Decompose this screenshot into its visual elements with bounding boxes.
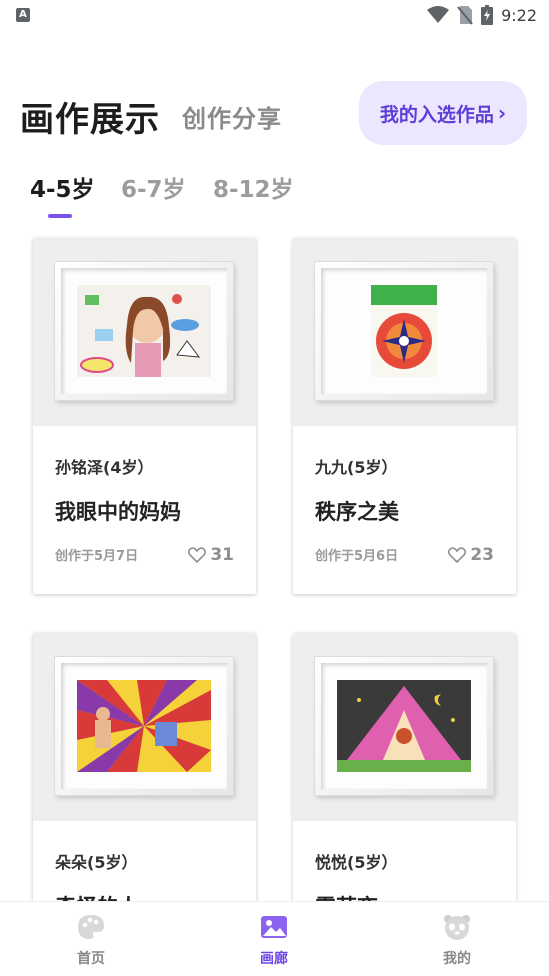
page-title: 画作展示 (20, 100, 160, 140)
heart-icon (188, 547, 207, 563)
tab-age-6-7[interactable]: 6-7岁 (121, 170, 186, 204)
picture-frame (55, 657, 233, 795)
artwork-card[interactable]: 九九(5岁） 秩序之美 创作于5月6日 23 (293, 238, 516, 594)
my-selected-works-button[interactable]: 我的入选作品 › (359, 81, 527, 145)
artwork-image-area (33, 633, 256, 821)
nav-home[interactable]: 首页 (31, 902, 151, 976)
heart-icon (448, 547, 467, 563)
artwork-author: 悦悦(5岁） (315, 853, 398, 872)
clock: 9:22 (501, 5, 537, 25)
artwork-image (371, 285, 437, 377)
like-count: 31 (210, 545, 234, 565)
wifi-icon (427, 6, 450, 23)
status-bar: A 9:22 (0, 0, 549, 32)
artwork-image (337, 680, 471, 772)
like-button[interactable]: 31 (188, 545, 234, 565)
bottom-nav: 首页 画廊 我的 (0, 901, 549, 976)
panda-icon (444, 915, 470, 940)
palette-icon (78, 915, 104, 939)
nav-gallery[interactable]: 画廊 (214, 902, 334, 976)
tab-age-4-5[interactable]: 4-5岁 (30, 170, 95, 204)
artwork-created-date: 创作于5月7日 (55, 549, 139, 564)
artwork-image-area (33, 238, 256, 426)
artwork-author: 朵朵(5岁） (55, 853, 138, 872)
chevron-right-icon: › (497, 101, 507, 125)
nav-profile-label: 我的 (443, 951, 471, 967)
artwork-author: 孙铭泽(4岁） (55, 458, 154, 477)
picture-frame (55, 262, 233, 400)
artwork-card[interactable]: 朵朵(5岁） 奇怪的人 (33, 633, 256, 933)
screen: A 9:22 画作展示 创作分享 我的入选作品 › 4-5岁 6-7岁 8-12… (0, 0, 549, 976)
nav-gallery-label: 画廊 (260, 951, 288, 967)
artwork-image-area (293, 633, 516, 821)
artwork-image (77, 285, 211, 377)
artwork-title: 秩序之美 (315, 500, 399, 524)
picture-frame (315, 262, 493, 400)
active-tab-indicator (48, 214, 72, 218)
tab-creative-share[interactable]: 创作分享 (182, 99, 282, 134)
artwork-created-date: 创作于5月6日 (315, 549, 399, 564)
artwork-card[interactable]: 孙铭泽(4岁） 我眼中的妈妈 创作于5月7日 31 (33, 238, 256, 594)
artwork-title: 我眼中的妈妈 (55, 500, 181, 524)
like-button[interactable]: 23 (448, 545, 494, 565)
tab-age-8-12[interactable]: 8-12岁 (213, 170, 294, 204)
gallery-icon (261, 916, 287, 938)
like-count: 23 (470, 545, 494, 565)
my-selected-works-label: 我的入选作品 (379, 103, 494, 126)
artwork-author: 九九(5岁） (315, 458, 398, 477)
no-sim-icon (457, 6, 473, 25)
artwork-image-area (293, 238, 516, 426)
artwork-image (77, 680, 211, 772)
nav-home-label: 首页 (77, 951, 105, 967)
picture-frame (315, 657, 493, 795)
battery-icon (481, 5, 494, 25)
nav-profile[interactable]: 我的 (397, 902, 517, 976)
app-notification-icon: A (16, 8, 30, 22)
artwork-card[interactable]: 悦悦(5岁） 露营夜 (293, 633, 516, 933)
